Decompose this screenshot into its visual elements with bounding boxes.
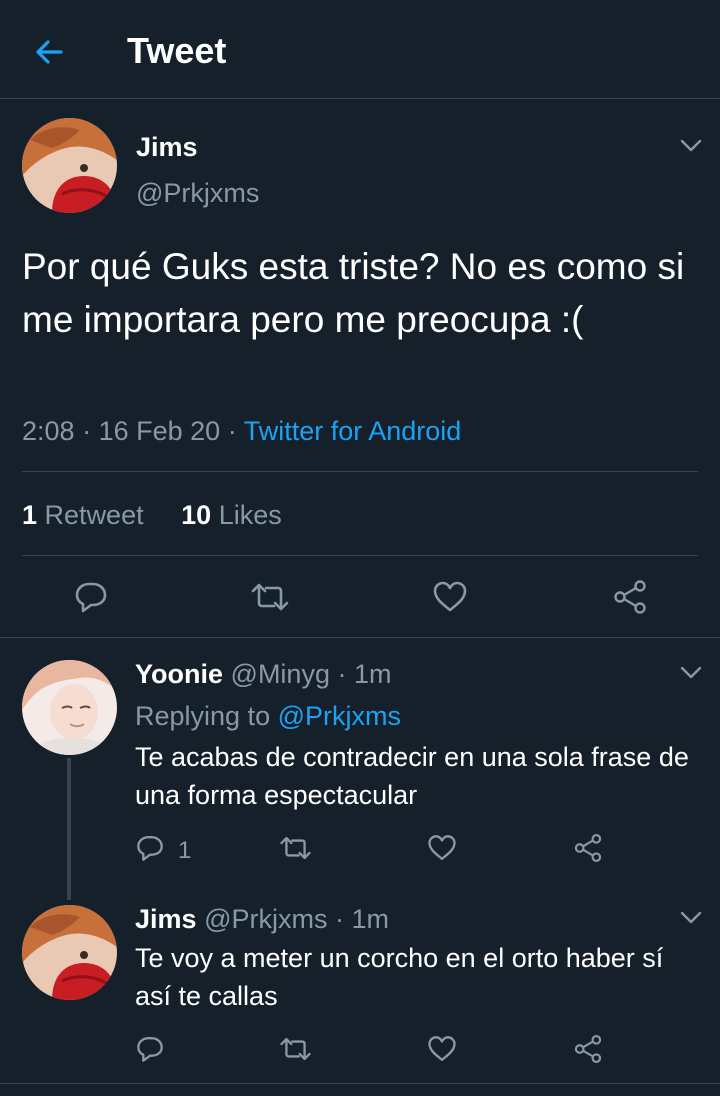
reply-text: Te voy a meter un corcho en el orto habe… (135, 943, 664, 1011)
avatar[interactable] (22, 905, 117, 1000)
retweet-label: Retweet (44, 500, 144, 530)
likes-label: Likes (218, 500, 282, 530)
retweet-icon (280, 836, 311, 860)
share-button[interactable] (573, 833, 603, 863)
tweet-text: Por qué Guks esta triste? No es como si … (22, 246, 685, 340)
reply-header: Yoonie @Minyg · 1m (135, 658, 392, 690)
heart-icon (428, 835, 456, 860)
share-icon (574, 1035, 602, 1063)
back-button[interactable] (30, 32, 70, 72)
like-count: 10 (181, 500, 212, 530)
share-icon (574, 834, 602, 862)
handle[interactable]: @Minyg (231, 659, 330, 689)
meta-separator: · (82, 416, 92, 446)
divider (0, 637, 720, 638)
heart-icon (433, 581, 467, 612)
avatar-image (22, 118, 117, 213)
retweet-button[interactable] (279, 1034, 312, 1064)
display-name[interactable]: Yoonie (135, 659, 223, 689)
retweet-icon (280, 1037, 311, 1061)
retweet-button[interactable] (279, 833, 312, 863)
share-button[interactable] (573, 1034, 603, 1064)
reply-text: Te acabas de contradecir en una sola fra… (135, 742, 689, 810)
reply-icon (75, 582, 107, 613)
like-button[interactable] (432, 579, 468, 615)
thread-line (67, 758, 71, 900)
reply-time: 1m (351, 904, 390, 934)
chevron-down-icon (680, 666, 702, 679)
meta-separator: · (337, 659, 347, 689)
handle[interactable]: @Prkjxms (204, 904, 327, 934)
chevron-down-icon (680, 911, 702, 924)
tweet-options-button[interactable] (678, 663, 704, 683)
retweet-count: 1 (22, 500, 38, 530)
reply-button[interactable] (135, 833, 165, 863)
replying-to: Replying to @Prkjxms (135, 700, 401, 732)
like-button[interactable] (427, 1034, 457, 1064)
share-icon (614, 580, 646, 614)
display-name[interactable]: Jims (135, 904, 197, 934)
handle[interactable]: @Prkjxms (136, 177, 259, 209)
avatar-image (22, 905, 117, 1000)
reply-icon (137, 836, 163, 861)
reply-button[interactable] (135, 1034, 165, 1064)
page-title: Tweet (127, 30, 227, 71)
avatar[interactable] (22, 660, 117, 755)
replying-label: Replying to (135, 701, 271, 731)
chevron-down-icon (680, 139, 702, 152)
replying-to-link[interactable]: @Prkjxms (278, 701, 401, 731)
reply-button[interactable] (73, 579, 109, 615)
likes-stat[interactable]: 10 Likes (181, 500, 282, 530)
avatar-image (22, 660, 117, 755)
divider (22, 471, 698, 472)
reply-count: 1 (178, 837, 192, 864)
meta-separator: · (227, 416, 237, 446)
reply-icon (137, 1037, 163, 1062)
divider (22, 555, 698, 556)
display-name[interactable]: Jims (136, 131, 198, 163)
tweet-options-button[interactable] (678, 136, 704, 156)
tweet-meta: 2:08 · 16 Feb 20 · Twitter for Android (22, 414, 461, 448)
retweet-icon (251, 583, 289, 611)
share-button[interactable] (612, 579, 648, 615)
tweet-options-button[interactable] (678, 908, 704, 928)
avatar[interactable] (22, 118, 117, 213)
tweet-date: 16 Feb 20 (98, 416, 221, 446)
tweet-time: 2:08 (22, 416, 75, 446)
tweet-stats: 1 Retweet 10 Likes (22, 498, 282, 532)
retweet-stat[interactable]: 1 Retweet (22, 500, 144, 530)
divider (0, 1083, 720, 1084)
tweet-source-link[interactable]: Twitter for Android (244, 416, 462, 446)
retweet-button[interactable] (250, 579, 290, 615)
heart-icon (428, 1036, 456, 1061)
meta-separator: · (334, 904, 344, 934)
reply-header: Jims @Prkjxms · 1m (135, 903, 389, 935)
back-arrow-icon (36, 40, 63, 64)
like-button[interactable] (427, 833, 457, 863)
reply-time: 1m (354, 659, 392, 689)
top-bar: Tweet (0, 0, 720, 99)
